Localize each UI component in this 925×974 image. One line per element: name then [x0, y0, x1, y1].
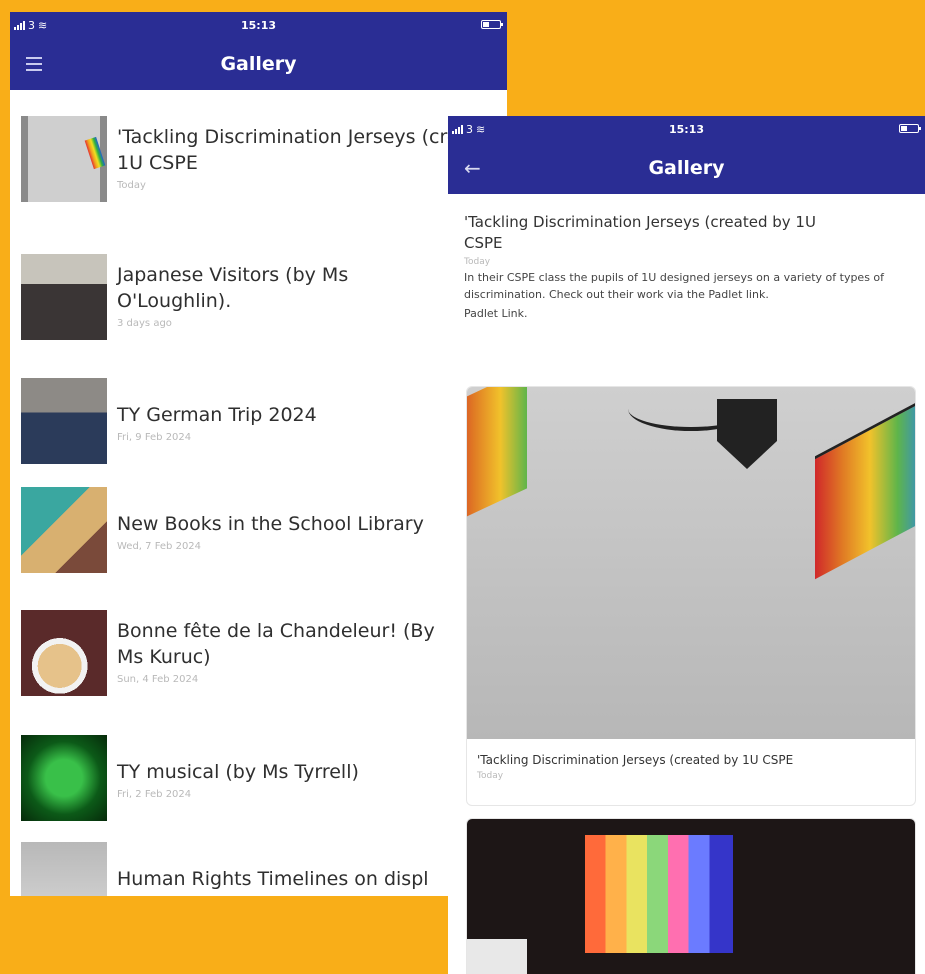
page-title: Gallery [220, 53, 297, 75]
list-item[interactable]: TY musical (by Ms Tyrrell) Fri, 2 Feb 20… [21, 735, 507, 821]
gallery-list: 'Tackling Discrimination Jerseys (create… [10, 90, 507, 896]
german-trip-thumbnail [21, 378, 107, 464]
list-item[interactable]: Human Rights Timelines on displ [21, 842, 507, 896]
photo-card[interactable]: 'Tackling Discrimination Jerseys (create… [466, 386, 916, 806]
list-item[interactable]: Japanese Visitors (by Ms O'Loughlin). 3 … [21, 254, 507, 340]
status-time: 15:13 [668, 123, 704, 136]
list-item[interactable]: New Books in the School Library Wed, 7 F… [21, 487, 507, 573]
battery-icon [899, 124, 921, 133]
battery-icon [481, 20, 503, 29]
jersey-thumbnail [21, 116, 107, 202]
photo-caption: 'Tackling Discrimination Jerseys (create… [477, 753, 794, 767]
jersey-photo [467, 387, 915, 739]
menu-button[interactable] [26, 38, 42, 90]
timeline-thumbnail [21, 842, 107, 896]
page-title: Gallery [648, 157, 725, 179]
photo-date: Today [477, 771, 504, 781]
app-header: ← Gallery [448, 142, 925, 194]
post-title: 'Tackling Discrimination Jerseys (create… [464, 213, 816, 252]
post-body: In their CSPE class the pupils of 1U des… [464, 271, 885, 301]
item-date: 3 days ago [117, 318, 172, 329]
jersey-photo [467, 819, 915, 974]
post-date: Today [464, 257, 491, 267]
rainbow-flag [585, 835, 733, 953]
status-time: 15:13 [240, 19, 276, 32]
status-bar: 3 ≋ 15:13 [10, 12, 507, 38]
item-title: Japanese Visitors (by Ms O'Loughlin). [117, 264, 349, 312]
list-item[interactable]: TY German Trip 2024 Fri, 9 Feb 2024 [21, 378, 507, 464]
gallery-detail-screen: 3 ≋ 15:13 ← Gallery 'Tackling Discrimina… [448, 116, 925, 974]
visitors-thumbnail [21, 254, 107, 340]
photo-card[interactable] [466, 818, 916, 974]
books-thumbnail [21, 487, 107, 573]
padlet-link[interactable]: Padlet Link. [464, 305, 909, 322]
background-patch [467, 939, 527, 974]
list-item[interactable]: Bonne fête de la Chandeleur! (By Ms Kuru… [21, 610, 507, 696]
fist-icon [717, 399, 777, 469]
item-title: Bonne fête de la Chandeleur! (By Ms Kuru… [117, 620, 435, 668]
item-date: Sun, 4 Feb 2024 [117, 674, 199, 685]
status-bar: 3 ≋ 15:13 [448, 116, 925, 142]
gallery-list-screen: 3 ≋ 15:13 Gallery 'Tackling Discriminati… [10, 12, 507, 896]
back-arrow-icon: ← [464, 156, 481, 180]
musical-thumbnail [21, 735, 107, 821]
list-item[interactable]: 'Tackling Discrimination Jerseys (create… [21, 116, 507, 202]
back-button[interactable]: ← [464, 142, 481, 194]
crepe-thumbnail [21, 610, 107, 696]
rainbow-sleeve-right [815, 397, 915, 580]
hamburger-icon [26, 57, 42, 71]
app-header: Gallery [10, 38, 507, 90]
rainbow-sleeve-left [467, 387, 527, 526]
